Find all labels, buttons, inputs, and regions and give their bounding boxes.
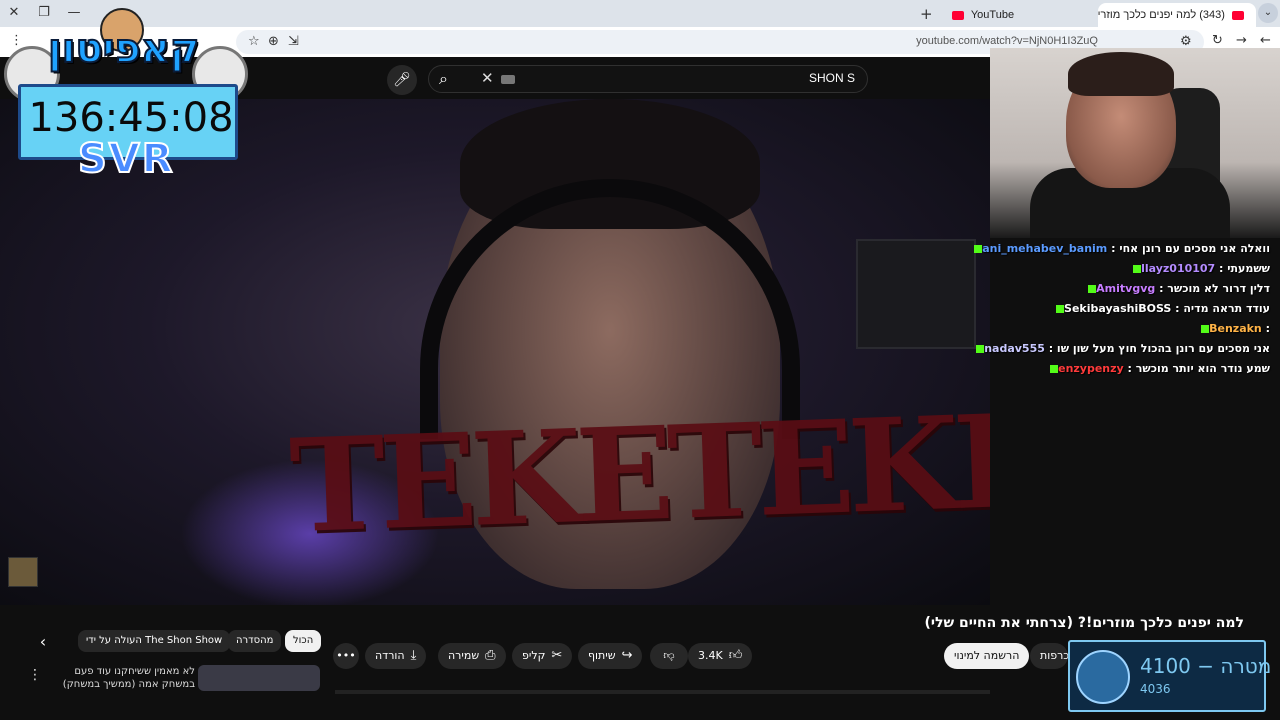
chat-text: דלין דרור לא מוכשר :	[1155, 282, 1270, 295]
keyboard-icon[interactable]	[501, 75, 515, 84]
goal-target: 4100	[1140, 654, 1191, 678]
goal-current: 4036	[1140, 682, 1171, 696]
chat-username[interactable]: llayz010107	[1141, 262, 1215, 275]
search-icon[interactable]: ⌕	[439, 69, 448, 89]
stream-timer-overlay: קאפיטון 136:45:08 SVR	[4, 8, 254, 186]
sub-goal-widget: 4100 − מטרה 4036	[1068, 640, 1271, 712]
tab-title: (343) למה יפנים כלכך מוזרים!?	[1098, 9, 1225, 21]
clip-button[interactable]: ✂ קליפ	[512, 643, 573, 669]
url-text: youtube.com/watch?v=NjN0H1I3ZuQ	[916, 35, 1098, 47]
share-icon: ↪	[621, 648, 633, 663]
chip-uploaded-by[interactable]: העולה על ידי The Shon Show	[78, 630, 231, 652]
download-icon: ⤓	[410, 648, 417, 663]
chat-username[interactable]: Benzakn	[1209, 322, 1262, 335]
tab-active-video[interactable]: (343) למה יפנים כלכך מוזרים!?	[1098, 3, 1256, 27]
youtube-masthead: 🎤︎ ⌕ ✕ SHON S	[240, 57, 990, 99]
forward-icon[interactable]: →	[1236, 33, 1247, 48]
clear-search-icon[interactable]: ✕	[481, 69, 494, 87]
kick-badge-icon	[1201, 325, 1210, 333]
like-count: 3.4K	[698, 649, 723, 662]
chat-message: שמע נודר הוא יותר מוכשר : enzypenzy	[1046, 360, 1270, 378]
kick-badge-icon	[976, 345, 985, 353]
chip-series[interactable]: מהסדרה	[228, 630, 282, 652]
chat-message: אני מסכים עם רונן בהכול חוץ מעל שון שו :…	[972, 340, 1270, 358]
recommended-thumbnail[interactable]	[198, 665, 320, 691]
youtube-icon	[952, 10, 964, 20]
subathon-timer: 136:45:08	[28, 95, 234, 141]
dislike-button[interactable]: 👎︎	[650, 643, 688, 669]
chat-text: עודד תראה מדיה :	[1171, 302, 1270, 315]
share-label: שיתוף	[588, 649, 616, 662]
goal-avatar	[1076, 650, 1130, 704]
download-label: הורדה	[375, 649, 405, 662]
kick-badge-icon	[1088, 285, 1097, 293]
tab-search-icon[interactable]: ⌄	[1258, 3, 1278, 23]
thumbs-up-icon: 👍︎	[728, 648, 743, 663]
like-button[interactable]: 3.4K 👍︎	[688, 643, 753, 669]
reload-icon[interactable]: ↻	[1212, 33, 1223, 48]
download-button[interactable]: ⤓ הורדה	[365, 643, 427, 669]
kick-badge-icon	[1133, 265, 1142, 273]
channel-logo: קאפיטון	[47, 25, 200, 73]
mini-avatar	[8, 557, 38, 587]
stream-chat: וואלה אני מסכים עם רונן אחי : ani_mehabe…	[974, 240, 1270, 380]
tab-youtube[interactable]: YouTube	[940, 3, 1100, 27]
scissors-icon: ✂	[551, 648, 563, 663]
save-button[interactable]: ⎙ שמירה	[438, 643, 506, 669]
chat-username[interactable]: ani_mehabev_banim	[982, 242, 1107, 255]
video-title-overlay: TEKETEKE	[287, 385, 990, 563]
kick-badge-icon	[1056, 305, 1065, 313]
streamer-hair	[1068, 52, 1174, 96]
chat-username[interactable]: Amitvgvg	[1096, 282, 1155, 295]
share-button[interactable]: ↪ שיתוף	[578, 643, 643, 669]
chat-username[interactable]: nadav555	[984, 342, 1045, 355]
new-tab-icon[interactable]: +	[920, 5, 933, 23]
zoom-icon[interactable]: ⊕	[268, 34, 279, 49]
thumbs-down-icon: 👎︎	[663, 649, 675, 662]
video-title: למה יפנים כלכך מוזרים!? (צרחתי את החיים …	[924, 615, 1244, 631]
search-box[interactable]: ⌕ ✕ SHON S	[428, 65, 868, 93]
chat-text: אני מסכים עם רונן בהכול חוץ מעל שון שו :	[1044, 342, 1270, 355]
goal-line: 4100 − מטרה	[1140, 654, 1272, 678]
voice-search-button[interactable]: 🎤︎	[387, 65, 417, 95]
chat-text: :	[1261, 322, 1270, 335]
bookmark-icon: ⎙	[485, 648, 496, 663]
chip-all[interactable]: הכול	[285, 630, 322, 652]
clip-label: קליפ	[522, 649, 546, 662]
chat-username[interactable]: enzypenzy	[1058, 362, 1124, 375]
mic-icon: 🎤︎	[393, 72, 411, 88]
chat-username[interactable]: SekibayashiBOSS	[1064, 302, 1171, 315]
chat-text: וואלה אני מסכים עם רונן אחי :	[1107, 242, 1270, 255]
chat-message: ששמעתי : llayz010107	[1129, 260, 1270, 278]
kick-badge-icon	[974, 245, 983, 253]
studio-light	[856, 239, 976, 349]
chat-text: ששמעתי :	[1215, 262, 1270, 275]
chevron-left-icon[interactable]: ‹	[30, 629, 56, 655]
svr-badge: SVR	[77, 135, 175, 183]
install-app-icon[interactable]: ⇲	[288, 34, 299, 49]
kick-badge-icon	[1050, 365, 1059, 373]
chat-message: דלין דרור לא מוכשר : Amitvgvg	[1084, 280, 1270, 298]
search-input[interactable]: SHON S	[809, 71, 855, 85]
scroll-track	[335, 690, 990, 694]
back-icon[interactable]: ←	[1260, 33, 1271, 48]
chat-message: עודד תראה מדיה : SekibayashiBOSS	[1052, 300, 1270, 318]
tab-title: YouTube	[970, 9, 1015, 21]
chat-message: : Benzakn	[1197, 320, 1270, 338]
chat-text: שמע נודר הוא יותר מוכשר :	[1123, 362, 1270, 375]
webcam-feed	[990, 48, 1280, 238]
more-horizontal-icon: •••	[336, 649, 356, 662]
youtube-icon	[1232, 10, 1244, 20]
screen: ✕ ❐ — + YouTube (343) למה יפנים כלכך מוז…	[0, 0, 1280, 720]
save-label: שמירה	[448, 649, 480, 662]
site-info-icon[interactable]: ⚙	[1180, 34, 1192, 49]
more-actions-button[interactable]: •••	[333, 643, 359, 669]
join-chip[interactable]: כרפות	[1030, 643, 1068, 669]
goal-label: מטרה	[1220, 654, 1272, 678]
subscribe-button[interactable]: הרשמה למינוי	[944, 643, 1030, 669]
more-vertical-icon[interactable]: ⋮	[28, 667, 42, 683]
recommended-title[interactable]: לא מאמין ששיחקנו עוד פעם במשחק אמה (ממשי…	[45, 665, 195, 691]
chat-message: וואלה אני מסכים עם רונן אחי : ani_mehabe…	[970, 240, 1270, 258]
